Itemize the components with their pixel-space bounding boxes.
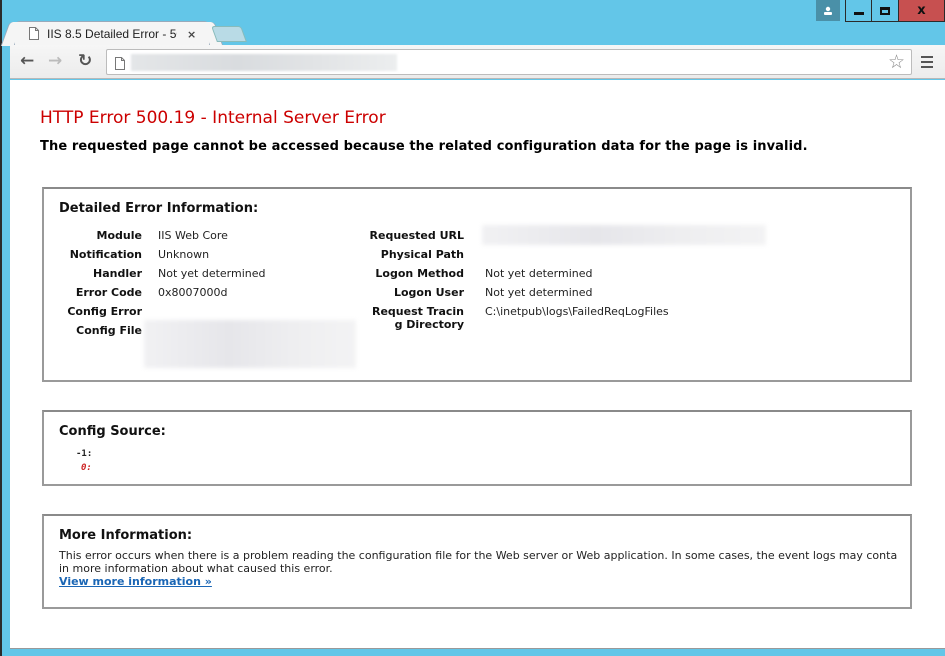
field-label: Logon Method <box>375 267 464 280</box>
more-information-section: More Information: This error occurs when… <box>42 514 912 609</box>
new-tab-button[interactable] <box>211 26 247 42</box>
user-icon[interactable] <box>816 0 840 21</box>
field-value: IIS Web Core <box>158 229 228 242</box>
back-arrow-icon[interactable]: ← <box>20 52 34 70</box>
field-label: Requested URL <box>369 229 464 242</box>
maximize-button[interactable] <box>872 0 899 22</box>
reload-icon[interactable]: ↻ <box>78 52 92 70</box>
field-label: Request Tracin g Directory <box>372 305 464 331</box>
config-source-section: Config Source: -1: 0: <box>42 410 912 486</box>
view-more-information-link[interactable]: View more information » <box>59 575 212 588</box>
page-subtitle: The requested page cannot be accessed be… <box>40 139 808 154</box>
config-file-redacted <box>144 320 356 368</box>
close-icon: x <box>917 3 926 18</box>
window-border <box>0 0 2 656</box>
field-value: Unknown <box>158 248 210 261</box>
tab-title: IIS 8.5 Detailed Error - 500.19 - Intern… <box>47 27 177 41</box>
field-value: C:\inetpub\logs\FailedReqLogFiles <box>485 305 669 318</box>
minimize-button[interactable] <box>845 0 872 22</box>
page-content: HTTP Error 500.19 - Internal Server Erro… <box>10 80 945 649</box>
address-bar[interactable]: ☆ <box>106 49 912 75</box>
field-label: Module <box>96 229 142 242</box>
field-label: Config File <box>76 324 142 337</box>
code-line-error: 0: <box>81 463 92 473</box>
field-value: 0x8007000d <box>158 286 228 299</box>
browser-tab[interactable]: IIS 8.5 Detailed Error - 500.19 - Intern… <box>14 21 210 46</box>
field-value: Not yet determined <box>485 267 593 280</box>
tab-close-icon[interactable]: × <box>187 28 196 41</box>
close-window-button[interactable]: x <box>899 0 945 22</box>
code-line: -1: <box>76 449 93 459</box>
field-label: Notification <box>69 248 142 261</box>
field-label: Error Code <box>75 286 142 299</box>
page-icon <box>115 55 125 74</box>
bookmark-star-icon[interactable]: ☆ <box>888 51 905 73</box>
field-label: Handler <box>93 267 142 280</box>
forward-arrow-icon[interactable]: → <box>48 52 62 70</box>
window-caption-buttons: x <box>816 0 945 22</box>
browser-toolbar: ← → ↻ ☆ <box>10 45 945 79</box>
field-label: Config Error <box>67 305 142 318</box>
field-value: Not yet determined <box>485 286 593 299</box>
menu-icon[interactable] <box>921 56 933 71</box>
requested-url-redacted <box>482 225 766 245</box>
maximize-icon <box>880 6 890 15</box>
field-label: Physical Path <box>380 248 464 261</box>
section-heading: Config Source: <box>59 424 166 439</box>
field-value: Not yet determined <box>158 267 266 280</box>
page-title: HTTP Error 500.19 - Internal Server Erro… <box>40 108 386 128</box>
minimize-icon <box>853 12 864 15</box>
address-url-redacted <box>131 54 397 71</box>
field-label: Logon User <box>393 286 464 299</box>
page-icon <box>29 25 39 44</box>
detailed-error-section: Detailed Error Information: Module IIS W… <box>42 187 912 382</box>
section-heading: Detailed Error Information: <box>59 201 259 216</box>
more-info-text: This error occurs when there is a proble… <box>59 549 898 575</box>
section-heading: More Information: <box>59 528 193 543</box>
